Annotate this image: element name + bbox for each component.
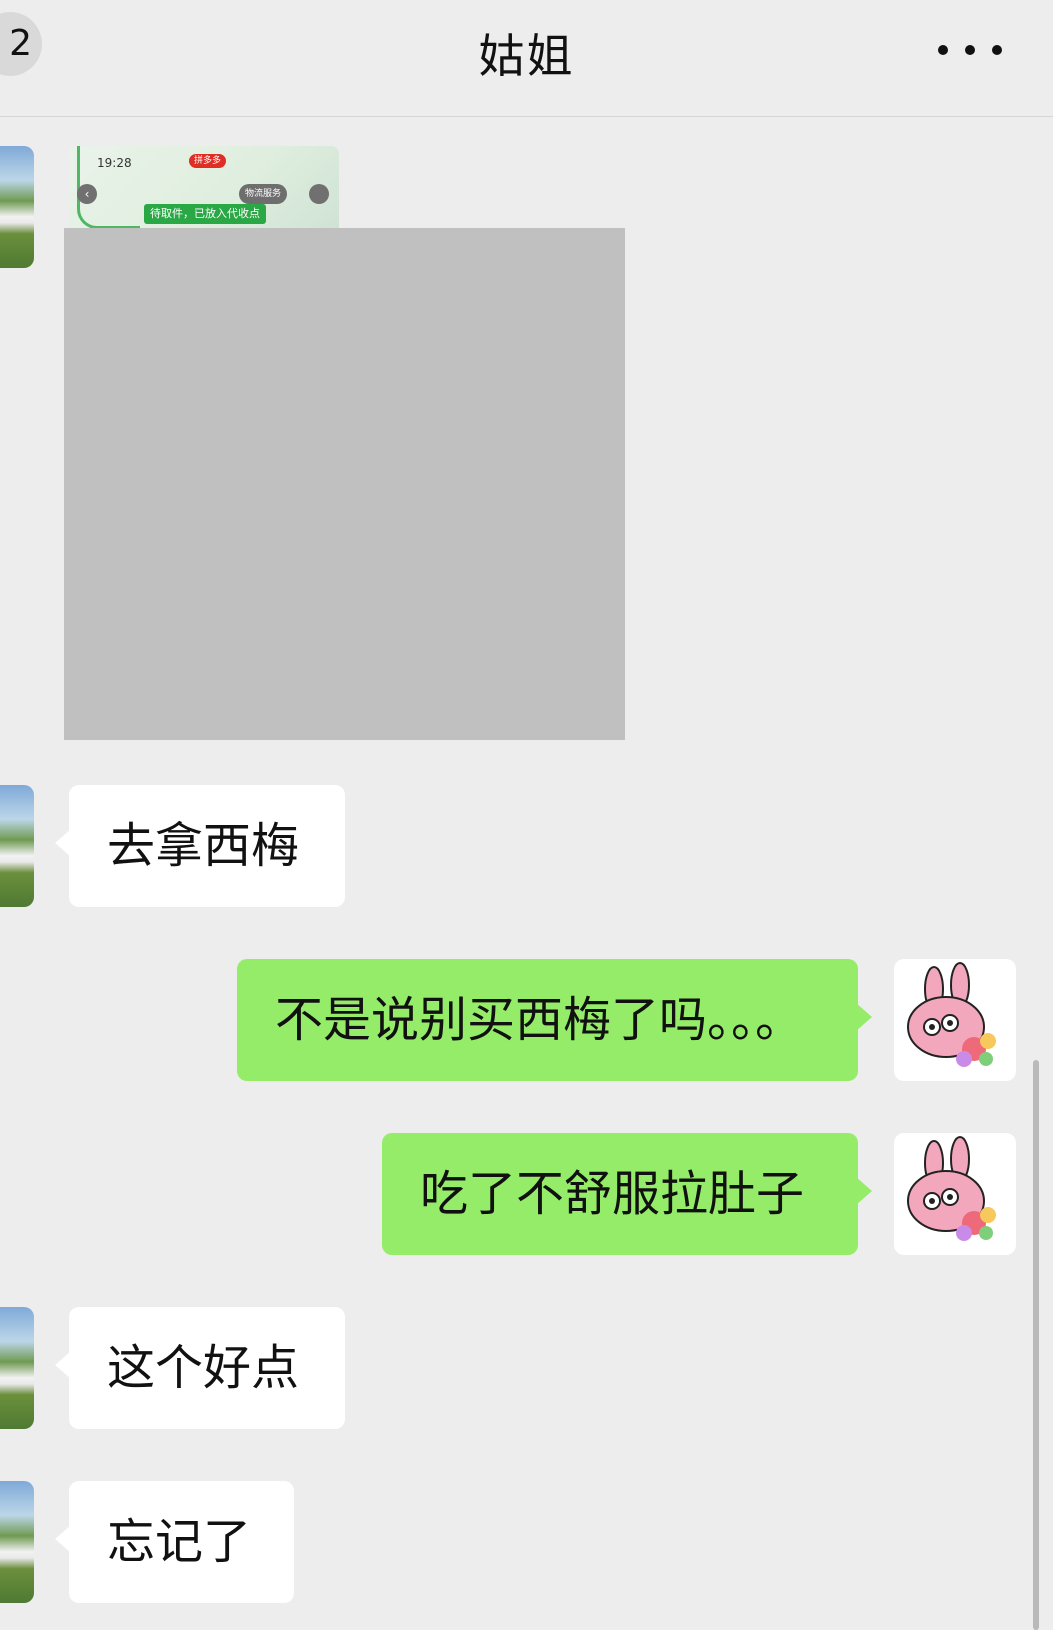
my-avatar[interactable] bbox=[894, 1133, 1016, 1255]
more-options-button[interactable] bbox=[938, 32, 1002, 68]
thumbnail-service-label: 物流服务 bbox=[239, 184, 288, 204]
chat-title: 姑姐 bbox=[478, 29, 575, 83]
image-message-thumbnail[interactable]: 19:28 拼多多 ‹ 物流服务 待取件，已放入代收点 bbox=[69, 146, 339, 228]
contact-avatar[interactable] bbox=[0, 785, 34, 907]
dot-icon bbox=[992, 45, 1002, 55]
chevron-left-icon: ‹ bbox=[77, 184, 97, 204]
message-bubble-incoming[interactable]: 去拿西梅 bbox=[55, 785, 345, 907]
share-icon bbox=[309, 184, 329, 204]
thumbnail-time: 19:28 bbox=[97, 156, 132, 170]
redacted-image-area[interactable] bbox=[64, 228, 625, 740]
message-bubble-incoming[interactable]: 忘记了 bbox=[55, 1481, 294, 1603]
thumbnail-status-label: 待取件，已放入代收点 bbox=[144, 204, 266, 224]
bunny-avatar-icon bbox=[907, 1136, 996, 1241]
message-bubble-outgoing[interactable]: 吃了不舒服拉肚子 bbox=[382, 1133, 872, 1255]
thumbnail-brand-badge: 拼多多 bbox=[189, 154, 227, 168]
message-bubble-outgoing[interactable]: 不是说别买西梅了吗。。。 bbox=[237, 959, 872, 1081]
bunny-avatar-icon bbox=[907, 962, 996, 1067]
my-avatar[interactable] bbox=[894, 959, 1016, 1081]
dot-icon bbox=[938, 45, 948, 55]
contact-avatar[interactable] bbox=[0, 146, 34, 268]
contact-avatar[interactable] bbox=[0, 1481, 34, 1603]
top-bar: 2 姑姐 bbox=[0, 0, 1053, 117]
scrollbar[interactable] bbox=[1033, 1060, 1039, 1630]
contact-avatar[interactable] bbox=[0, 1307, 34, 1429]
dot-icon bbox=[965, 45, 975, 55]
message-bubble-incoming[interactable]: 这个好点 bbox=[55, 1307, 345, 1429]
